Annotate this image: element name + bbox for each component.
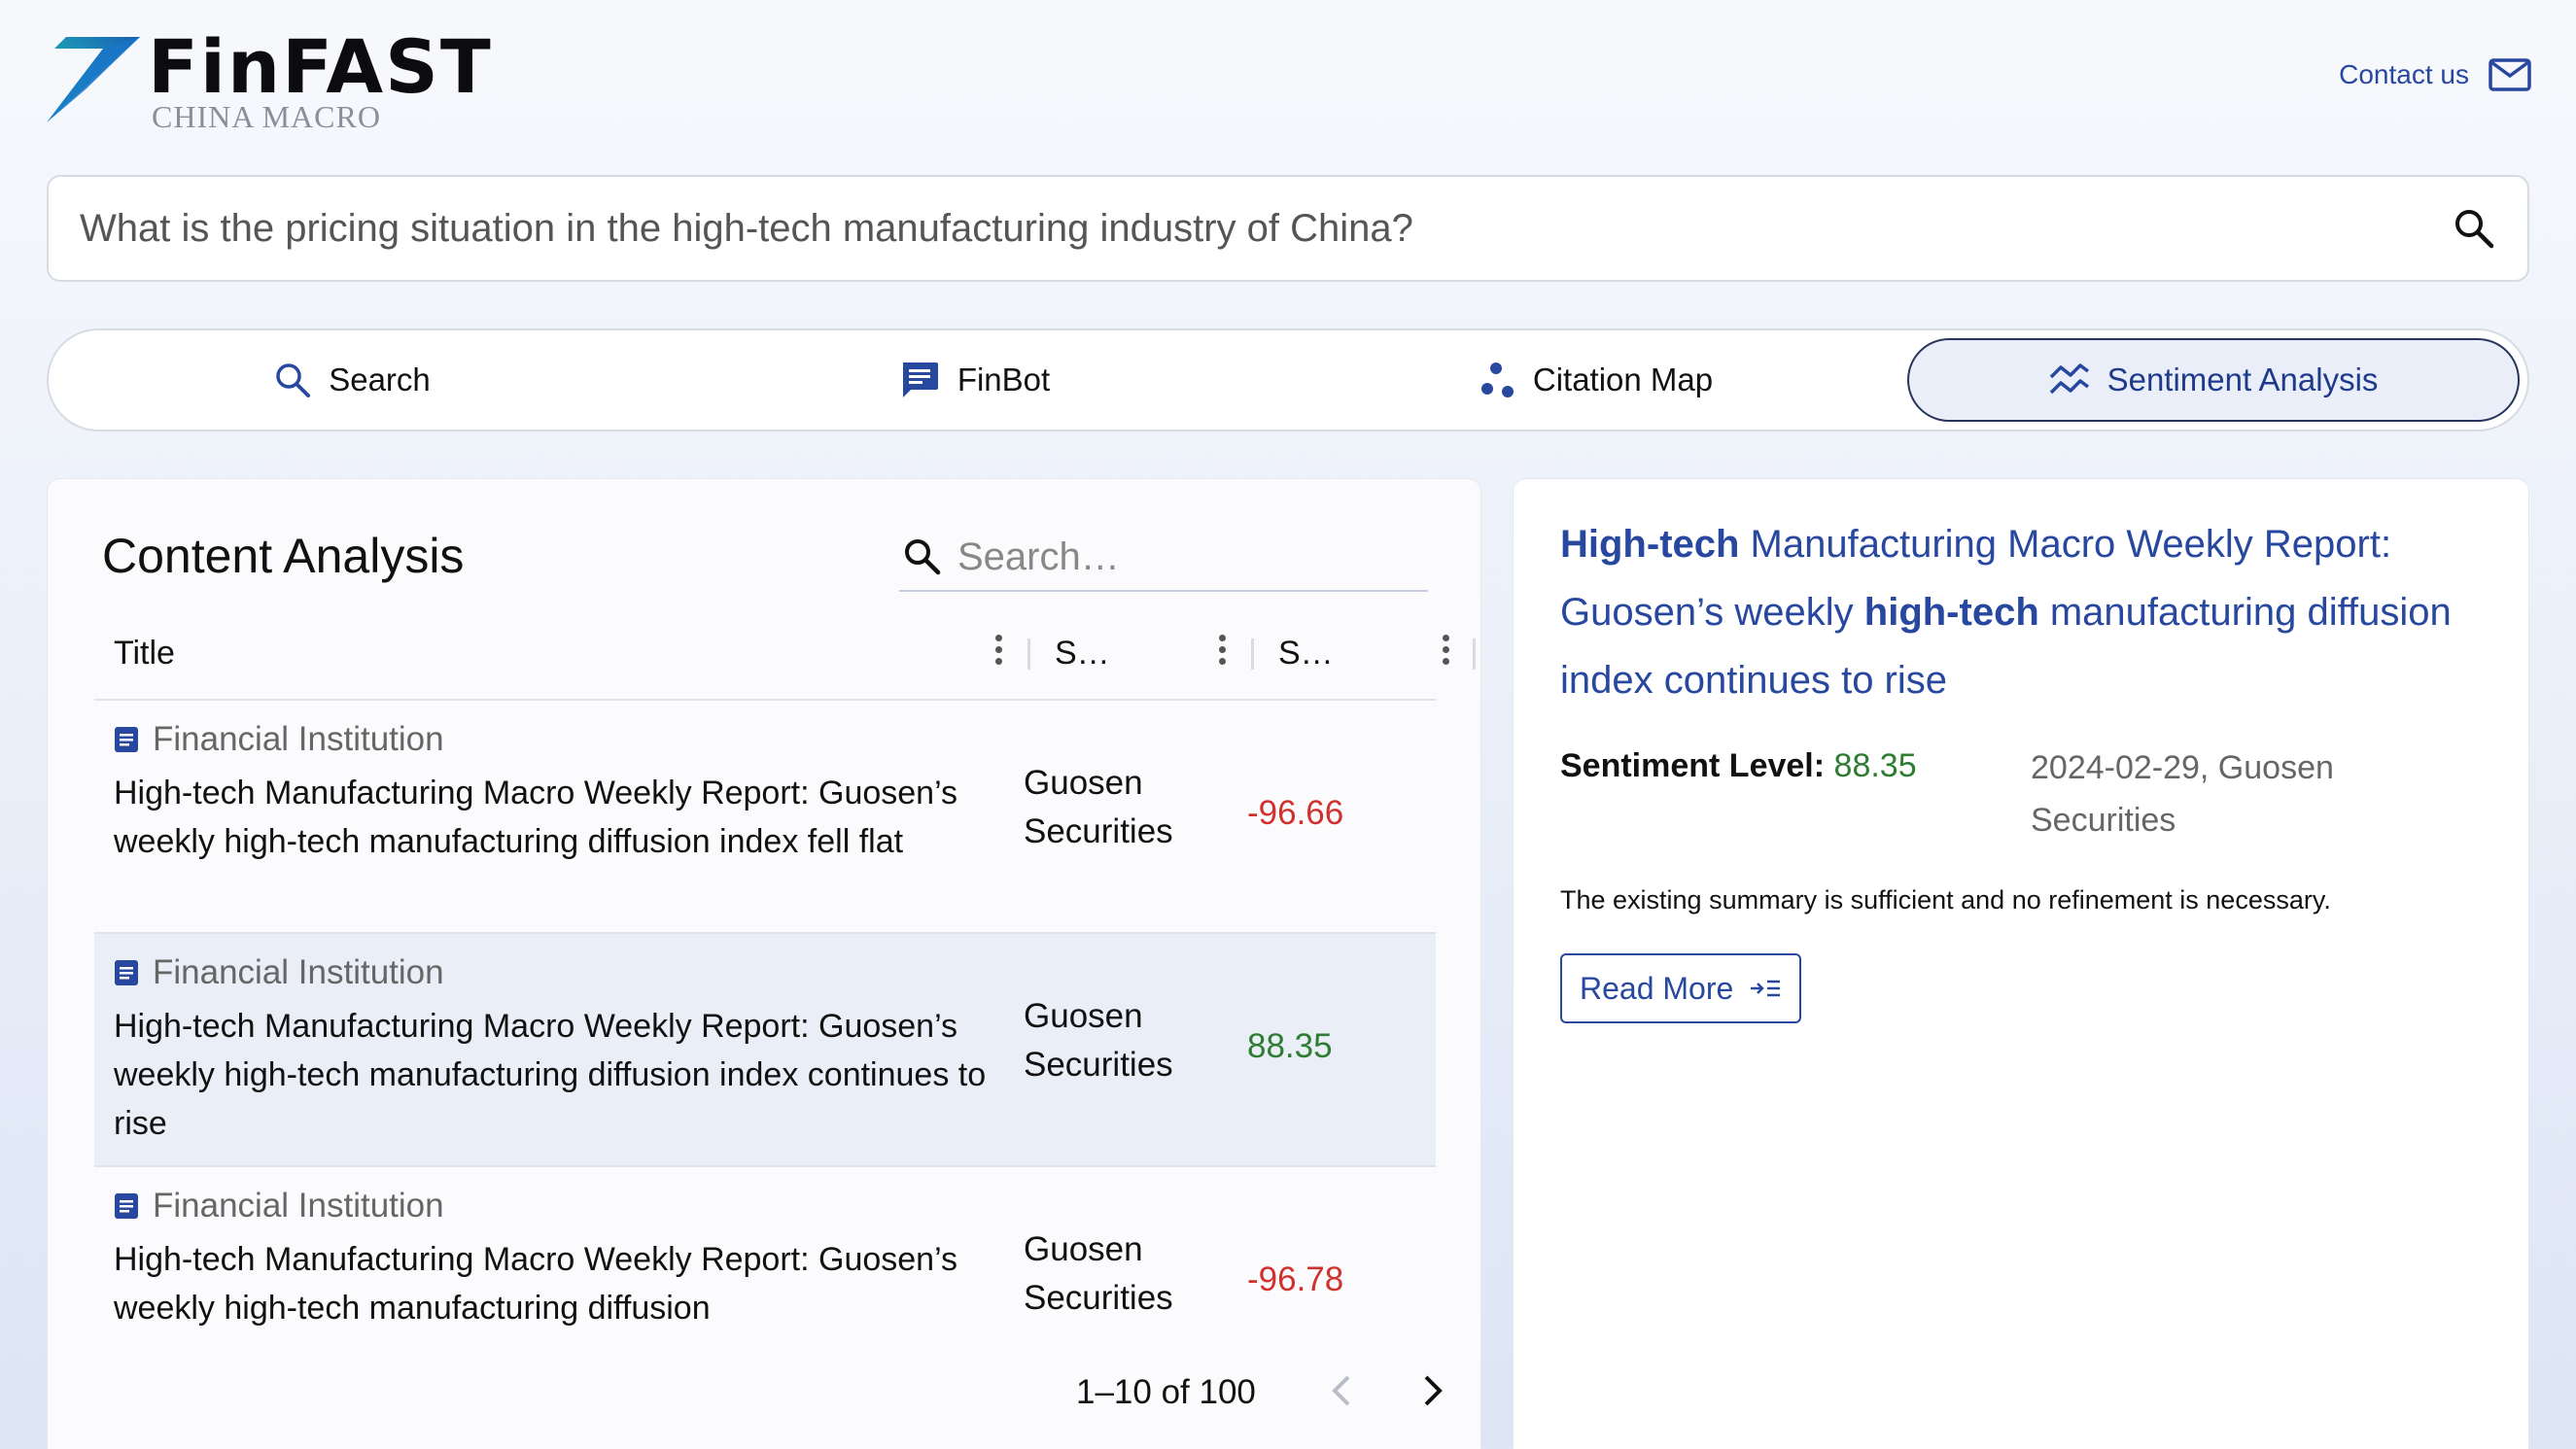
row-category-label: Financial Institution [153, 1187, 444, 1225]
tab-search[interactable]: Search [49, 338, 656, 422]
detail-title[interactable]: High-tech Manufacturing Macro Weekly Rep… [1560, 510, 2493, 714]
row-source: Guosen Securities [1024, 1230, 1173, 1317]
tab-sentiment-analysis[interactable]: Sentiment Analysis [1907, 338, 2520, 422]
table-body: Financial Institution High-tech Manufact… [94, 701, 1436, 1342]
row-category-label: Financial Institution [153, 953, 444, 991]
row-score: -96.78 [1247, 1260, 1344, 1298]
detail-title-highlight: High-tech [1560, 523, 1740, 566]
logo-mark-icon [47, 37, 140, 122]
document-icon [115, 960, 138, 985]
mode-tabs: Search FinBot Citation Map Sentiment Ana… [47, 328, 2529, 431]
pagination: 1–10 of 100 [94, 1344, 1443, 1437]
contact-us-link[interactable]: Contact us [2339, 58, 2531, 91]
row-source: Guosen Securities [1024, 997, 1173, 1084]
contact-us-label: Contact us [2339, 59, 2469, 89]
column-header-score[interactable]: S… [1278, 605, 1334, 701]
row-score: 88.35 [1247, 1027, 1333, 1065]
brand-subtitle: CHINA MACRO [152, 99, 381, 134]
row-category-label: Financial Institution [153, 720, 444, 758]
column-menu-icon[interactable] [1216, 635, 1228, 672]
read-more-icon [1751, 980, 1781, 997]
search-icon [905, 539, 941, 575]
mail-icon [2489, 58, 2531, 91]
row-score: -96.66 [1247, 794, 1344, 832]
tab-finbot-label: FinBot [957, 362, 1051, 397]
row-category: Financial Institution [114, 953, 444, 992]
tab-finbot[interactable]: FinBot [671, 338, 1278, 422]
row-category: Financial Institution [114, 1187, 444, 1225]
read-more-label: Read More [1580, 970, 1734, 1006]
detail-summary: The existing summary is sufficient and n… [1560, 885, 2331, 914]
detail-title-highlight: high-tech [1863, 591, 2039, 634]
query-input[interactable] [80, 177, 2393, 280]
table-row[interactable]: Financial Institution High-tech Manufact… [94, 1167, 1436, 1342]
row-title: High-tech Manufacturing Macro Weekly Rep… [114, 1241, 958, 1327]
document-icon [115, 727, 138, 752]
row-category: Financial Institution [114, 720, 444, 759]
brand-logo[interactable]: FinFAST CHINA MACRO [47, 23, 491, 134]
detail-meta: 2024-02-29, Guosen Securities [2031, 749, 2334, 839]
table-row[interactable]: Financial Institution High-tech Manufact… [94, 934, 1436, 1167]
column-resize-handle[interactable] [1473, 638, 1476, 670]
table-header: Title S… S… [94, 605, 1476, 701]
brand-name: FinFAST [148, 23, 493, 110]
column-resize-handle[interactable] [1251, 638, 1254, 670]
detail-panel: High-tech Manufacturing Macro Weekly Rep… [1513, 478, 2529, 1449]
row-title: High-tech Manufacturing Macro Weekly Rep… [114, 775, 958, 860]
content-analysis-title: Content Analysis [102, 529, 465, 583]
search-icon[interactable] [2454, 208, 2494, 249]
pagination-range: 1–10 of 100 [1076, 1373, 1256, 1411]
tab-search-label: Search [329, 362, 431, 397]
column-resize-handle[interactable] [1027, 638, 1030, 670]
table-search [899, 524, 1428, 592]
column-header-title[interactable]: Title [114, 605, 175, 701]
sentiment-level-label: Sentiment Level: [1560, 747, 1826, 784]
column-header-source[interactable]: S… [1055, 605, 1110, 701]
search-icon [276, 363, 311, 397]
column-menu-icon[interactable] [1440, 635, 1451, 672]
row-source: Guosen Securities [1024, 764, 1173, 850]
chat-icon [902, 362, 938, 397]
row-title: High-tech Manufacturing Macro Weekly Rep… [114, 1008, 987, 1142]
sentiment-icon [2049, 363, 2089, 395]
table-row[interactable]: Financial Institution High-tech Manufact… [94, 701, 1436, 934]
chevron-left-icon[interactable] [1323, 1371, 1362, 1410]
sentiment-level: Sentiment Level: 88.35 [1560, 747, 1917, 785]
chevron-right-icon[interactable] [1412, 1371, 1451, 1410]
table-search-input[interactable] [957, 535, 1405, 579]
tab-citation-map-label: Citation Map [1532, 362, 1714, 397]
content-analysis-panel: Content Analysis Title S… S… F [47, 478, 1481, 1449]
column-menu-icon[interactable] [992, 635, 1004, 672]
tab-citation-map[interactable]: Citation Map [1293, 338, 1900, 422]
document-icon [115, 1193, 138, 1219]
tab-sentiment-analysis-label: Sentiment Analysis [2106, 362, 2379, 397]
read-more-button[interactable]: Read More [1560, 953, 1802, 1023]
sentiment-level-value: 88.35 [1833, 747, 1917, 784]
header: FinFAST CHINA MACRO Contact us [0, 0, 2576, 165]
query-bar [47, 175, 2529, 282]
graph-icon [1480, 362, 1514, 397]
